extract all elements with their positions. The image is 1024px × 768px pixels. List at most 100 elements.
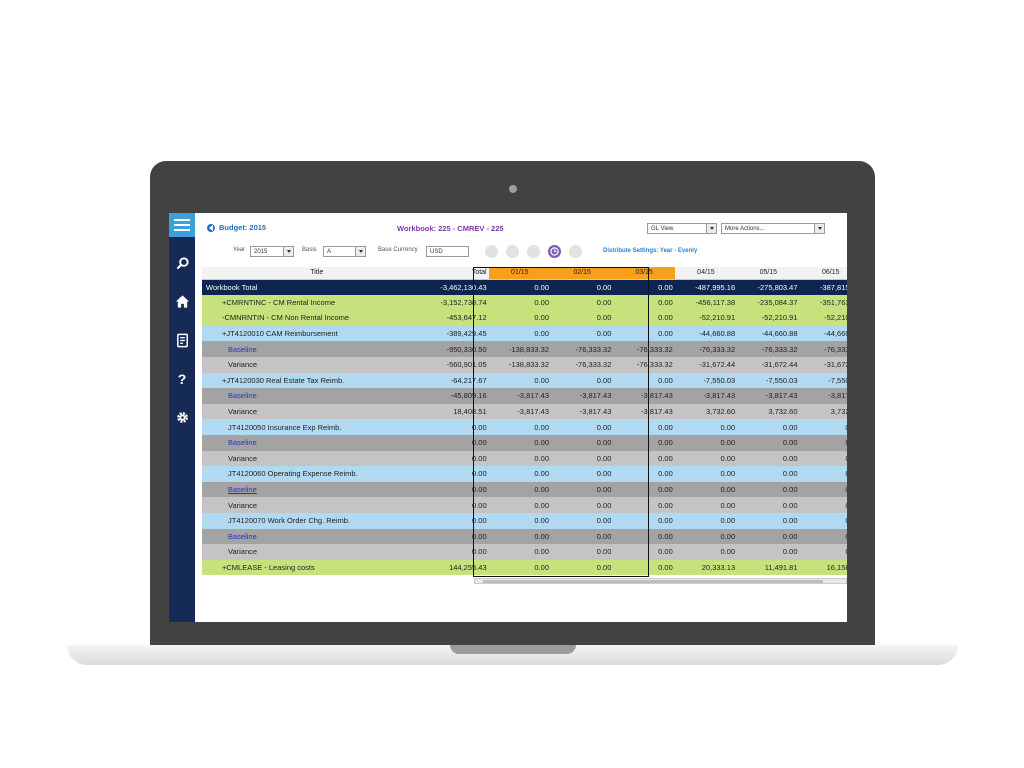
grid-cell[interactable]: 0.00	[488, 325, 552, 342]
grid-cell[interactable]: 0.00	[613, 325, 675, 342]
grid-cell[interactable]: 3,732.60	[674, 403, 738, 420]
grid-cell[interactable]: 0.00	[737, 466, 800, 482]
grid-cell[interactable]: 0.00	[613, 279, 675, 295]
grid-cell[interactable]: 0.00	[613, 481, 675, 498]
copy-icon[interactable]	[485, 245, 498, 258]
grid-cell[interactable]: -560,901.05	[431, 356, 489, 373]
grid-cell[interactable]: 0.00	[488, 559, 552, 576]
grid-cell[interactable]: -76,333.32	[551, 341, 614, 357]
table-row[interactable]: Workbook Total -3,462,130.43 0.00 0.00 0.00-…	[202, 279, 847, 295]
grid-cell[interactable]: 144,255.43	[431, 559, 489, 576]
grid-cell[interactable]: 0.00	[674, 497, 738, 513]
row-title[interactable]: Baseline	[228, 345, 257, 354]
grid-cell[interactable]: 3,732.60	[799, 403, 847, 420]
grid-cell[interactable]: 0.00	[431, 434, 489, 451]
grid-cell[interactable]: -52,210.91	[674, 310, 738, 326]
grid-cell[interactable]: 0.00	[488, 481, 552, 498]
upload-icon[interactable]	[527, 245, 540, 258]
grid-cell[interactable]: -31,672.44	[737, 356, 800, 373]
grid-cell[interactable]: -387,815.40	[799, 279, 847, 295]
grid-cell[interactable]: 16,158.97	[799, 559, 847, 576]
grid-cell[interactable]: 0.00	[551, 325, 614, 342]
grid-cell[interactable]: 0.00	[488, 419, 552, 435]
grid-cell[interactable]: 0.00	[613, 497, 675, 513]
table-row[interactable]: +CMLEASE - Leasing costs 144,255.43 0.00 0.…	[202, 559, 847, 576]
grid-cell[interactable]: 0.00	[613, 294, 675, 311]
grid-cell[interactable]: -7,550.03	[674, 372, 738, 389]
grid-cell[interactable]: 0.00	[737, 419, 800, 435]
table-row[interactable]: +JT4120010 CAM Reimbursement -389,429.45 0…	[202, 325, 847, 342]
grid-cell[interactable]: -52,210.91	[737, 310, 800, 326]
grid-cell[interactable]: 0.00	[551, 481, 614, 498]
grid-cell[interactable]: -453,647.12	[431, 310, 489, 326]
grid-cell[interactable]: 0.00	[488, 466, 552, 482]
grid-cell[interactable]: -45,809.16	[431, 388, 489, 404]
grid-cell[interactable]: 0.00	[674, 419, 738, 435]
table-row[interactable]: Baseline -950,330.50 -138,833.32 -76,333.32…	[202, 341, 847, 357]
grid-cell[interactable]: 0.00	[431, 419, 489, 435]
grid-cell[interactable]: 0.00	[613, 310, 675, 326]
year-select[interactable]: 2015	[250, 246, 294, 257]
grid-cell[interactable]: -7,550.03	[737, 372, 800, 389]
scrollbar-thumb[interactable]	[483, 580, 823, 583]
report-icon[interactable]	[169, 330, 195, 350]
grid-cell[interactable]: 0.00	[674, 481, 738, 498]
grid-cell[interactable]: 0.00	[799, 434, 847, 451]
grid-cell[interactable]: -3,817.43	[488, 403, 552, 420]
grid-cell[interactable]: 0.00	[488, 512, 552, 529]
grid-cell[interactable]: -351,763.46	[799, 294, 847, 311]
grid-cell[interactable]: 0.00	[737, 434, 800, 451]
table-row[interactable]: Variance0.000.000.000.000.000.000.00	[202, 544, 847, 560]
grid-cell[interactable]: 0.00	[488, 544, 552, 560]
share-icon[interactable]	[569, 245, 582, 258]
grid-cell[interactable]: -7,550.03	[799, 372, 847, 389]
grid-cell[interactable]: -31,672.44	[799, 356, 847, 373]
column-header-title[interactable]: Title	[202, 267, 432, 280]
grid-cell[interactable]: 0.00	[551, 559, 614, 576]
table-row[interactable]: Variance 18,408.51 -3,817.43 -3,817.43 -3,81…	[202, 403, 847, 420]
grid-cell[interactable]: 0.00	[674, 512, 738, 529]
grid-cell[interactable]: 0.00	[674, 466, 738, 482]
grid-cell[interactable]: 0.00	[737, 544, 800, 560]
grid-cell[interactable]: 0.00	[799, 497, 847, 513]
column-header-06-15[interactable]: 06/15	[799, 267, 847, 280]
grid-cell[interactable]: -76,333.32	[737, 341, 800, 357]
grid-cell[interactable]: -76,333.32	[613, 341, 675, 357]
grid-cell[interactable]: 0.00	[488, 497, 552, 513]
column-header-03-15[interactable]: 03/15	[613, 267, 675, 280]
base-currency-input[interactable]: USD	[426, 246, 469, 257]
grid-cell[interactable]: -3,817.43	[737, 388, 800, 404]
grid-cell[interactable]: 0.00	[799, 544, 847, 560]
grid-cell[interactable]: -52,210.91	[799, 310, 847, 326]
grid-cell[interactable]: -44,660.88	[799, 325, 847, 342]
grid-cell[interactable]: -389,429.45	[431, 325, 489, 342]
grid-cell[interactable]: 0.00	[737, 512, 800, 529]
grid-cell[interactable]: 0.00	[737, 481, 800, 498]
horizontal-scrollbar[interactable]	[474, 578, 847, 584]
grid-cell[interactable]: 0.00	[551, 450, 614, 467]
grid-cell[interactable]: 0.00	[799, 481, 847, 498]
grid-cell[interactable]: -235,084.37	[737, 294, 800, 311]
row-title[interactable]: Baseline	[228, 532, 257, 541]
grid-cell[interactable]: -456,117.38	[674, 294, 738, 311]
grid-cell[interactable]: 0.00	[613, 559, 675, 576]
grid-cell[interactable]: 0.00	[551, 294, 614, 311]
grid-cell[interactable]: 0.00	[488, 294, 552, 311]
back-to-budget-link[interactable]: Budget: 2015	[207, 223, 266, 232]
grid-cell[interactable]: 0.00	[488, 528, 552, 545]
row-title[interactable]: Baseline	[228, 438, 257, 447]
grid-cell[interactable]: -3,817.43	[551, 388, 614, 404]
grid-cell[interactable]: 0.00	[799, 512, 847, 529]
grid-cell[interactable]: 0.00	[613, 512, 675, 529]
grid-cell[interactable]: -275,803.47	[737, 279, 800, 295]
grid-cell[interactable]: -76,333.32	[551, 356, 614, 373]
grid-cell[interactable]: 0.00	[431, 481, 489, 498]
distribute-settings-link[interactable]: Distribute Settings: Year - Evenly	[603, 248, 697, 254]
grid-cell[interactable]: 0.00	[551, 419, 614, 435]
grid-cell[interactable]: 0.00	[613, 419, 675, 435]
grid-cell[interactable]: 0.00	[551, 310, 614, 326]
grid-cell[interactable]: 0.00	[431, 466, 489, 482]
grid-cell[interactable]: 0.00	[737, 497, 800, 513]
grid-cell[interactable]: 0.00	[737, 528, 800, 545]
grid-cell[interactable]: 11,491.81	[737, 559, 800, 576]
